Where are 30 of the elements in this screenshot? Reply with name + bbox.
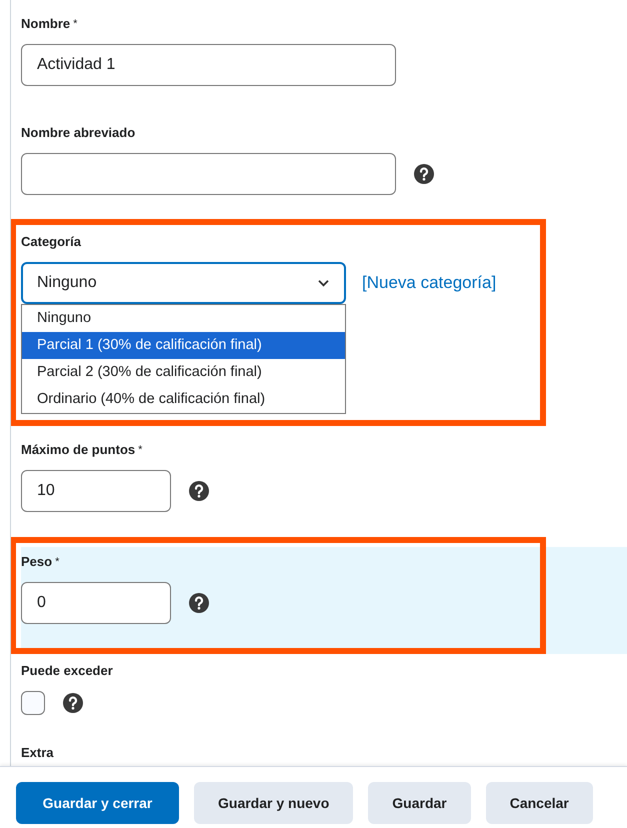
required-mark: * (73, 18, 78, 30)
text-field[interactable]: Actividad 1 (21, 44, 396, 86)
dropdown-option[interactable]: Ordinario (40% de calificación final) (22, 386, 345, 413)
field-label: Peso * (21, 553, 60, 571)
field-label: Extra (21, 744, 54, 762)
dropdown-option[interactable]: Ninguno (22, 305, 345, 332)
help-icon[interactable] (414, 164, 434, 184)
checkbox[interactable] (21, 691, 45, 715)
number-field[interactable]: 10 (21, 470, 171, 512)
action-button[interactable]: Cancelar (486, 782, 593, 824)
field-label: Nombre abreviado (21, 124, 136, 142)
required-mark: * (138, 444, 142, 456)
field-label: Nombre * (21, 15, 78, 33)
required-mark: * (55, 556, 60, 568)
action-button[interactable]: Guardar (368, 782, 471, 824)
new-category-link[interactable]: [Nueva categoría] (362, 270, 496, 296)
category-dropdown[interactable]: Ninguno (21, 262, 346, 304)
dropdown-option[interactable]: Parcial 1 (30% de calificación final) (22, 332, 345, 359)
number-field[interactable]: 0 (21, 582, 171, 624)
help-icon[interactable] (63, 693, 83, 713)
help-icon[interactable] (189, 593, 209, 613)
field-label: Puede exceder (21, 662, 113, 680)
help-icon[interactable] (189, 481, 209, 501)
action-button[interactable]: Guardar y nuevo (194, 782, 354, 824)
chevron-icon (317, 278, 330, 288)
text-field[interactable] (21, 153, 396, 195)
dropdown-option[interactable]: Parcial 2 (30% de calificación final) (22, 359, 345, 386)
field-label: Máximo de puntos * (21, 441, 142, 459)
save-close-button[interactable]: Guardar y cerrar (16, 782, 179, 824)
field-label: Categoría (21, 233, 81, 251)
